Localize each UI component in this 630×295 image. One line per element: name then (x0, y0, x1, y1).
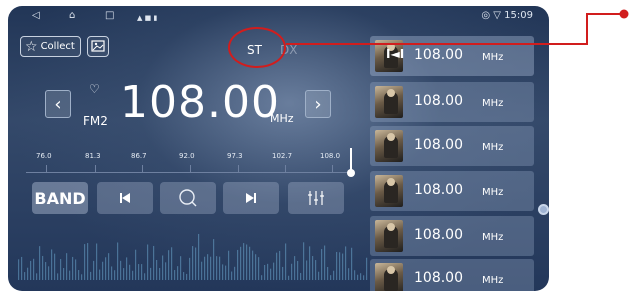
annotation-callout (286, 9, 629, 45)
